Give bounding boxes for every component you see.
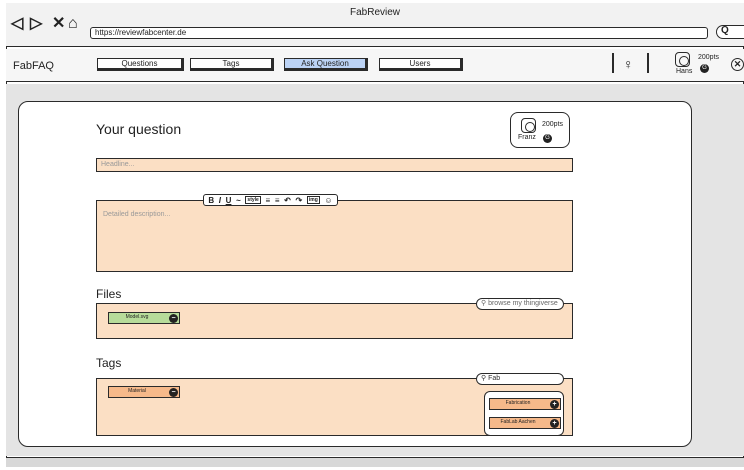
emoji-icon[interactable]: ☺	[324, 196, 332, 205]
home-icon[interactable]: ⌂	[68, 16, 78, 32]
tag-search-value: Fab	[488, 375, 501, 382]
tag-chip: Material −	[108, 386, 180, 398]
divider	[647, 53, 649, 73]
bold-icon[interactable]: B	[208, 196, 214, 205]
author-name: Franz	[518, 134, 536, 141]
search-icon: Q	[721, 25, 729, 36]
style-select[interactable]: style	[245, 196, 261, 204]
rich-text-toolbar: B I U ~ style ≡ ≡ ↶ ↷ img ☺	[203, 194, 338, 206]
close-icon[interactable]: ✕	[52, 16, 65, 32]
underline-icon[interactable]: U	[226, 196, 232, 205]
headline-input[interactable]: Headline...	[96, 158, 573, 172]
file-chip: Model.svg −	[108, 312, 180, 324]
tab-ask-question[interactable]: Ask Question	[284, 58, 368, 71]
title-bar: FabReview ◁ ▷ ✕ ⌂ https://reviewfabcente…	[6, 3, 744, 47]
tab-users[interactable]: Users	[379, 58, 463, 71]
user-points: 200pts	[698, 54, 720, 61]
description-textarea[interactable]: Detailed description...	[96, 200, 573, 272]
bullet-list-icon[interactable]: ≡	[265, 196, 270, 205]
arrow-right-icon[interactable]: ▷	[30, 16, 42, 32]
tab-tags[interactable]: Tags	[190, 58, 274, 71]
brand-logo[interactable]: FabFAQ	[13, 60, 54, 72]
arrow-left-icon[interactable]: ◁	[11, 16, 23, 32]
lightbulb-icon[interactable]: ♀	[623, 56, 634, 72]
tag-suggestion[interactable]: FabLab Aachen +	[489, 417, 561, 429]
image-icon[interactable]: img	[306, 196, 320, 204]
avatar[interactable]	[521, 118, 536, 133]
tag-chip-label: Material	[128, 388, 146, 394]
suggestion-label: FabLab Aachen	[500, 419, 536, 425]
author-badge: G	[543, 134, 552, 143]
remove-icon[interactable]: −	[169, 387, 178, 397]
tag-search-input[interactable]: ⚲ Fab	[476, 373, 564, 385]
url-bar[interactable]: https://reviewfabcenter.de	[90, 27, 708, 39]
divider	[612, 53, 614, 73]
page-title: Your question	[96, 121, 182, 137]
thingiverse-search-placeholder: browse my thingiverse	[488, 300, 558, 307]
tag-suggestion[interactable]: Fabrication +	[489, 398, 561, 410]
user-badge: G	[700, 64, 709, 73]
browser-search[interactable]: Q	[716, 25, 744, 39]
status-bar	[6, 457, 744, 467]
numbered-list-icon[interactable]: ≡	[275, 196, 280, 205]
tags-title: Tags	[96, 356, 122, 370]
italic-icon[interactable]: I	[219, 196, 221, 205]
remove-icon[interactable]: −	[169, 313, 178, 323]
author-box: 200pts Franz G	[510, 112, 570, 148]
author-points: 200pts	[542, 121, 564, 128]
user-name: Hans	[676, 68, 693, 75]
undo-icon[interactable]: ↶	[284, 196, 291, 205]
thingiverse-search-input[interactable]: ⚲ browse my thingiverse	[476, 298, 564, 310]
window-title: FabReview	[349, 7, 401, 18]
strikethrough-icon[interactable]: ~	[236, 196, 241, 205]
file-chip-label: Model.svg	[125, 314, 149, 320]
add-icon[interactable]: +	[550, 418, 559, 428]
tab-questions[interactable]: Questions	[97, 58, 184, 71]
files-title: Files	[96, 287, 122, 301]
add-icon[interactable]: +	[550, 399, 559, 409]
close-circle-icon[interactable]: ✕	[731, 58, 744, 71]
app-nav-bar: FabFAQ Questions Tags Ask Question Users…	[6, 49, 744, 82]
suggestion-label: Fabrication	[505, 400, 531, 406]
redo-icon[interactable]: ↷	[296, 196, 303, 205]
user-avatar[interactable]	[675, 52, 690, 67]
